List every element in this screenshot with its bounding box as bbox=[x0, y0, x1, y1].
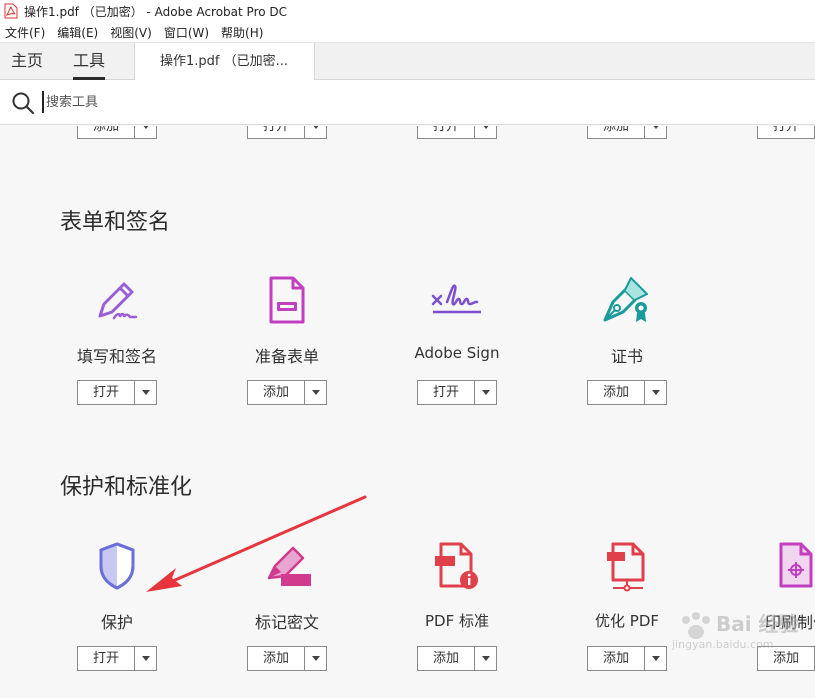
dropdown-arrow-icon[interactable] bbox=[475, 381, 496, 404]
menu-edit[interactable]: 编辑(E) bbox=[52, 24, 105, 41]
top-row-button-1[interactable]: 添加 bbox=[77, 126, 157, 139]
fill-sign-open-button[interactable]: 打开 bbox=[77, 380, 157, 405]
menu-help[interactable]: 帮助(H) bbox=[216, 24, 270, 41]
menu-bar: 文件(F) 编辑(E) 视图(V) 窗口(W) 帮助(H) bbox=[0, 22, 815, 43]
adobe-sign-open-button[interactable]: 打开 bbox=[417, 380, 497, 405]
button-label[interactable]: 打开 bbox=[78, 381, 135, 404]
menu-view[interactable]: 视图(V) bbox=[105, 24, 159, 41]
tool-name-certificate[interactable]: 证书 bbox=[547, 343, 707, 367]
menu-window[interactable]: 窗口(W) bbox=[159, 24, 216, 41]
title-bar: 操作1.pdf （已加密） - Adobe Acrobat Pro DC bbox=[0, 0, 815, 22]
button-label[interactable]: 打开 bbox=[758, 126, 814, 138]
dropdown-arrow-icon[interactable] bbox=[645, 647, 666, 670]
fill-sign-icon[interactable] bbox=[90, 272, 146, 328]
print-production-icon[interactable] bbox=[769, 538, 815, 594]
tab-home[interactable]: 主页 bbox=[11, 43, 43, 79]
dropdown-arrow-icon[interactable] bbox=[305, 647, 326, 670]
button-label[interactable]: 添加 bbox=[248, 647, 305, 670]
optimize-pdf-icon[interactable] bbox=[599, 538, 655, 594]
dropdown-arrow-icon[interactable] bbox=[135, 126, 156, 138]
redact-add-button[interactable]: 添加 bbox=[247, 646, 327, 671]
optimize-pdf-add-button[interactable]: 添加 bbox=[587, 646, 667, 671]
print-production-add-button[interactable]: 添加 bbox=[757, 646, 815, 671]
pdf-standards-add-button[interactable]: 添加 bbox=[417, 646, 497, 671]
dropdown-arrow-icon[interactable] bbox=[645, 126, 666, 138]
tools-grid: 添加 打开 打开 添加 打开 表单和签名 填写和签名 打开 准备表单 添加 Ad… bbox=[0, 126, 815, 698]
top-row-button-5[interactable]: 打开 bbox=[757, 126, 815, 139]
dropdown-arrow-icon[interactable] bbox=[475, 126, 496, 138]
protect-shield-icon[interactable] bbox=[89, 538, 145, 594]
pdf-standards-icon[interactable] bbox=[429, 538, 485, 594]
menu-file[interactable]: 文件(F) bbox=[0, 24, 52, 41]
adobe-sign-icon[interactable] bbox=[429, 272, 485, 328]
tool-name-optimize-pdf[interactable]: 优化 PDF bbox=[547, 610, 707, 631]
prepare-form-add-button[interactable]: 添加 bbox=[247, 380, 327, 405]
button-label[interactable]: 添加 bbox=[588, 647, 645, 670]
search-input[interactable] bbox=[42, 91, 342, 113]
button-label[interactable]: 添加 bbox=[418, 647, 475, 670]
search-bar bbox=[0, 80, 815, 125]
section-title-forms-signatures: 表单和签名 bbox=[60, 210, 171, 235]
top-row-button-2[interactable]: 打开 bbox=[247, 126, 327, 139]
button-label[interactable]: 打开 bbox=[248, 126, 305, 138]
section-title-protect-standardize: 保护和标准化 bbox=[60, 475, 193, 500]
search-icon bbox=[12, 92, 35, 115]
certificate-add-button[interactable]: 添加 bbox=[587, 380, 667, 405]
button-label[interactable]: 打开 bbox=[418, 126, 475, 138]
button-label[interactable]: 添加 bbox=[588, 381, 645, 404]
tool-name-print-production[interactable]: 印刷制作 bbox=[717, 609, 815, 633]
tab-document[interactable]: 操作1.pdf （已加密... bbox=[134, 43, 315, 80]
button-label[interactable]: 打开 bbox=[418, 381, 475, 404]
button-label[interactable]: 添加 bbox=[248, 381, 305, 404]
button-label[interactable]: 添加 bbox=[758, 647, 814, 670]
dropdown-arrow-icon[interactable] bbox=[645, 381, 666, 404]
redact-icon[interactable] bbox=[259, 538, 315, 594]
tool-name-protect[interactable]: 保护 bbox=[37, 609, 197, 633]
button-label[interactable]: 添加 bbox=[588, 126, 645, 138]
certificate-icon[interactable] bbox=[599, 272, 655, 328]
tool-name-adobe-sign[interactable]: Adobe Sign bbox=[377, 344, 537, 362]
dropdown-arrow-icon[interactable] bbox=[475, 647, 496, 670]
acrobat-pdf-icon bbox=[4, 3, 18, 19]
top-row-button-4[interactable]: 添加 bbox=[587, 126, 667, 139]
tool-name-pdf-standards[interactable]: PDF 标准 bbox=[377, 610, 537, 631]
button-label[interactable]: 添加 bbox=[78, 126, 135, 138]
tab-bar: 主页 工具 操作1.pdf （已加密... bbox=[0, 43, 815, 80]
dropdown-arrow-icon[interactable] bbox=[135, 381, 156, 404]
dropdown-arrow-icon[interactable] bbox=[305, 381, 326, 404]
protect-open-button[interactable]: 打开 bbox=[77, 646, 157, 671]
tool-name-fill-sign[interactable]: 填写和签名 bbox=[37, 343, 197, 367]
dropdown-arrow-icon[interactable] bbox=[135, 647, 156, 670]
tool-name-redact[interactable]: 标记密文 bbox=[207, 609, 367, 633]
tab-tools[interactable]: 工具 bbox=[73, 43, 106, 80]
dropdown-arrow-icon[interactable] bbox=[305, 126, 326, 138]
button-label[interactable]: 打开 bbox=[78, 647, 135, 670]
prepare-form-icon[interactable] bbox=[259, 272, 315, 328]
window-title: 操作1.pdf （已加密） - Adobe Acrobat Pro DC bbox=[24, 4, 288, 19]
tool-name-prepare-form[interactable]: 准备表单 bbox=[207, 343, 367, 367]
top-row-button-3[interactable]: 打开 bbox=[417, 126, 497, 139]
